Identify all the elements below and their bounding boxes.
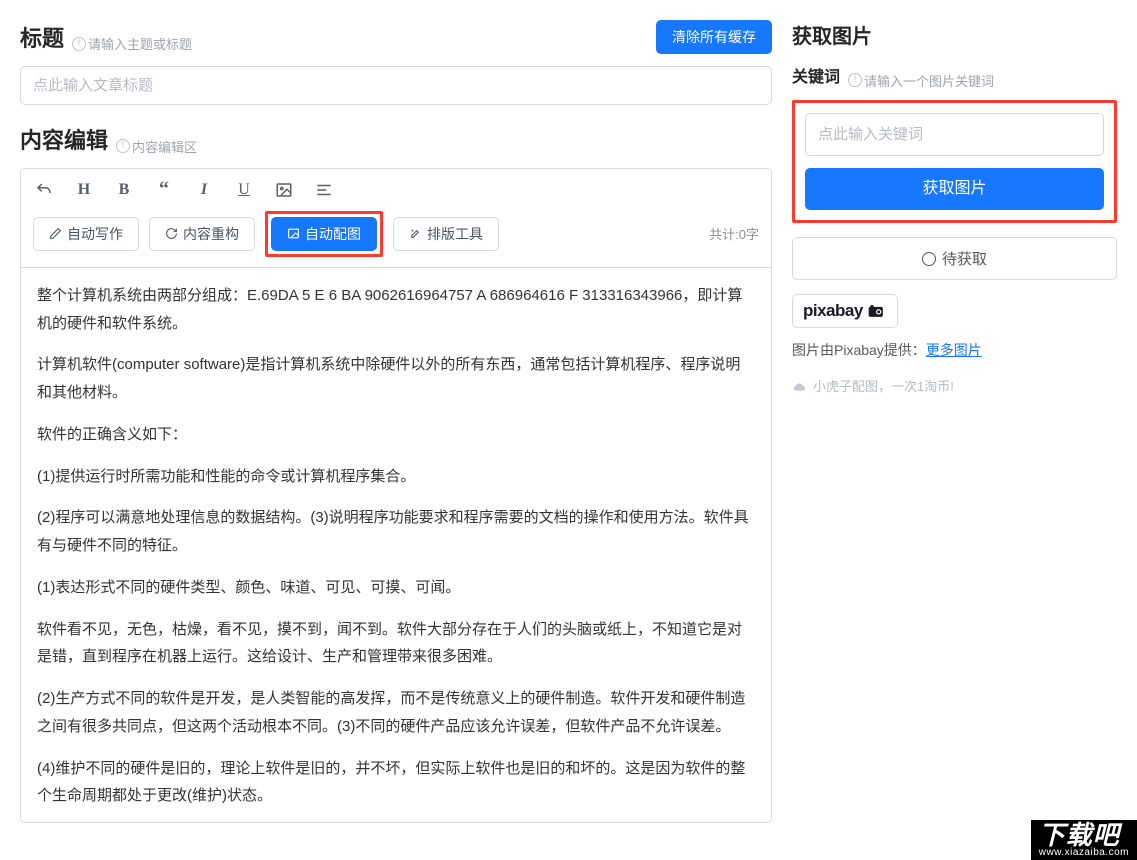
info-icon: ! <box>848 73 862 87</box>
watermark: 下载吧 www.xiazaiba.com <box>1031 820 1137 860</box>
editor-paragraph: 软件的正确含义如下： <box>37 421 755 449</box>
bold-icon[interactable]: B <box>113 179 135 201</box>
italic-icon[interactable]: I <box>193 179 215 201</box>
cloud-icon <box>792 380 808 392</box>
underline-icon[interactable]: U <box>233 179 255 201</box>
layout-tool-button[interactable]: 排版工具 <box>393 217 499 251</box>
footer-note: 小虎子配图，一次1淘币! <box>792 376 1117 395</box>
refresh-icon <box>165 227 178 240</box>
keyword-hint: ! 请输入一个图片关键词 <box>848 71 994 90</box>
keyword-input[interactable] <box>805 113 1104 156</box>
auto-image-button[interactable]: 自动配图 <box>271 217 377 251</box>
article-title-input[interactable] <box>20 66 772 105</box>
undo-icon[interactable] <box>33 179 55 201</box>
tools-icon <box>409 227 422 240</box>
image-panel-title: 获取图片 <box>792 20 1117 49</box>
auto-image-highlight: 自动配图 <box>265 211 383 257</box>
content-label: 内容编辑 <box>20 123 108 155</box>
editor-paragraph: (4)维护不同的硬件是旧的，理论上软件是旧的，并不坏，但实际上软件也是旧的和坏的… <box>37 755 755 811</box>
pixabay-badge: pixabay <box>792 294 898 328</box>
title-section-header: 标题 ! 请输入主题或标题 清除所有缓存 <box>20 20 772 54</box>
title-label: 标题 <box>20 21 64 53</box>
quote-icon[interactable]: “ <box>153 179 175 201</box>
align-left-icon[interactable] <box>313 179 335 201</box>
camera-icon <box>867 304 887 318</box>
editor-paragraph: 软件看不见，无色，枯燥，看不见，摸不到，闻不到。软件大部分存在于人们的头脑或纸上… <box>37 616 755 672</box>
keyword-label: 关键词 <box>792 63 840 87</box>
fetch-image-button[interactable]: 获取图片 <box>805 168 1104 211</box>
editor-paragraph: 整个计算机系统由两部分组成：E.69DA 5 E 6 BA 9062616964… <box>37 282 755 338</box>
editor-textarea[interactable]: 整个计算机系统由两部分组成：E.69DA 5 E 6 BA 9062616964… <box>20 268 772 823</box>
title-hint: ! 请输入主题或标题 <box>72 34 192 53</box>
circle-icon <box>922 252 936 266</box>
restructure-button[interactable]: 内容重构 <box>149 217 255 251</box>
clear-cache-button[interactable]: 清除所有缓存 <box>656 20 772 54</box>
auto-write-button[interactable]: 自动写作 <box>33 217 139 251</box>
editor-paragraph: (2)程序可以满意地处理信息的数据结构。(3)说明程序功能要求和程序需要的文档的… <box>37 504 755 560</box>
content-hint: ! 内容编辑区 <box>116 137 197 156</box>
word-count: 共计:0字 <box>709 224 759 243</box>
pencil-icon <box>49 227 62 240</box>
editor-paragraph: (2)生产方式不同的软件是开发，是人类智能的高发挥，而不是传统意义上的硬件制造。… <box>37 685 755 741</box>
picture-icon <box>287 227 300 240</box>
heading-icon[interactable]: H <box>73 179 95 201</box>
editor-toolbar: H B “ I U 自动写作 <box>20 168 772 268</box>
editor-paragraph: (1)提供运行时所需功能和性能的命令或计算机程序集合。 <box>37 463 755 491</box>
info-icon: ! <box>116 139 130 153</box>
editor-paragraph: 计算机软件(computer software)是指计算机系统中除硬件以外的所有… <box>37 351 755 407</box>
editor-paragraph: (1)表达形式不同的硬件类型、颜色、味道、可见、可摸、可闻。 <box>37 574 755 602</box>
fetch-status: 待获取 <box>792 237 1117 280</box>
more-images-link[interactable]: 更多图片 <box>926 342 982 358</box>
provider-line: 图片由Pixabay提供：更多图片 <box>792 340 1117 360</box>
image-icon[interactable] <box>273 179 295 201</box>
info-icon: ! <box>72 37 86 51</box>
keyword-highlight-box: 获取图片 <box>792 100 1117 224</box>
